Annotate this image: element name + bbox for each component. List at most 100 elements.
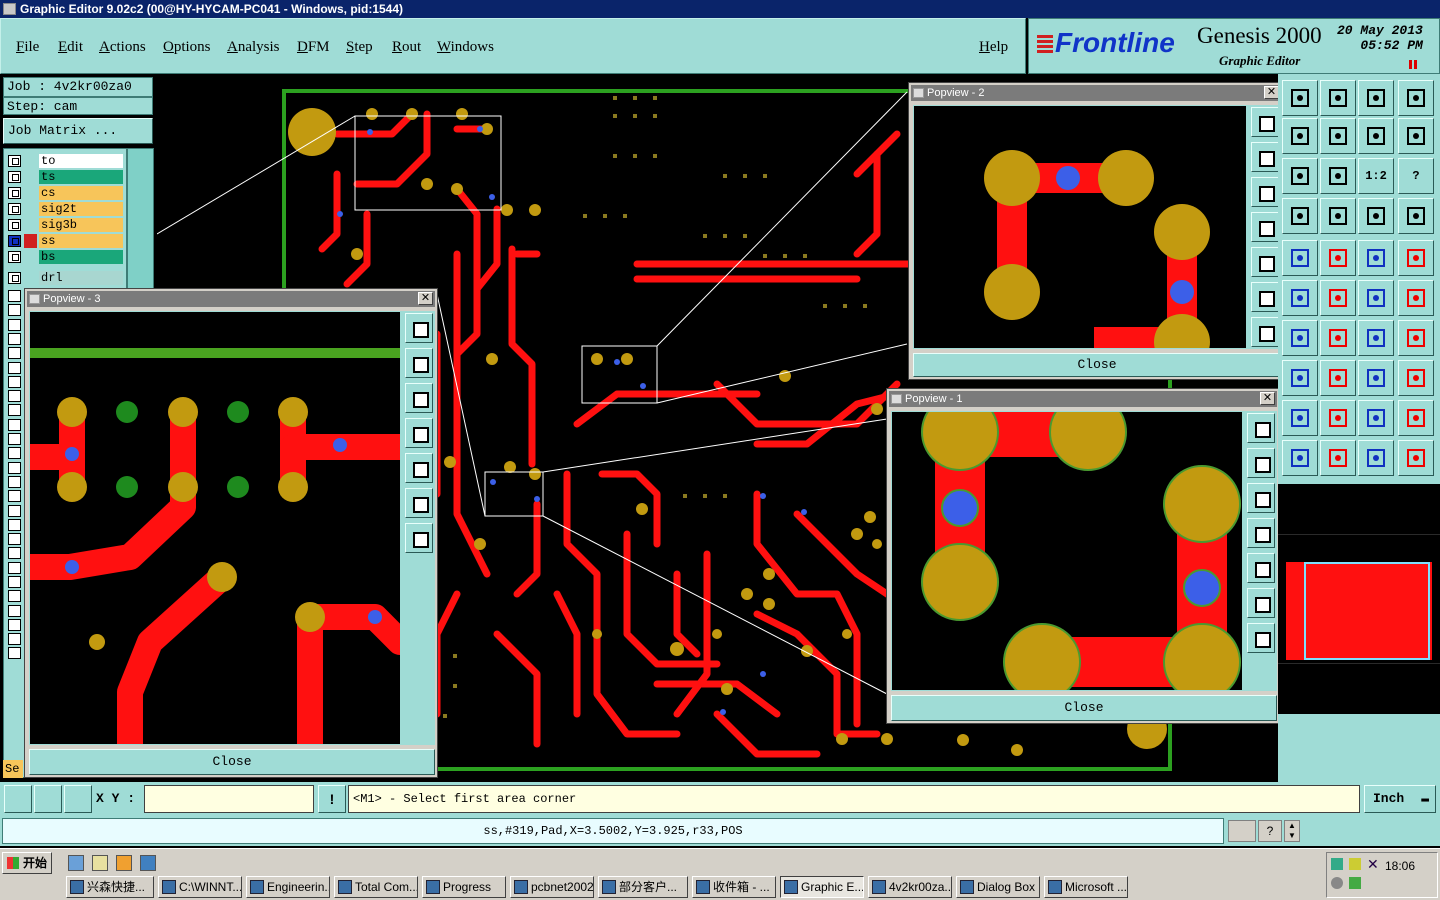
edit-tool-6-2-icon[interactable] <box>1358 320 1394 356</box>
edit-tool-7-1-icon[interactable] <box>1320 360 1356 396</box>
layer-name[interactable]: cs <box>39 186 123 200</box>
measure-icon[interactable] <box>34 785 62 813</box>
layer-checkbox[interactable] <box>8 647 21 659</box>
menu-step[interactable]: Step <box>346 39 373 56</box>
tray-security-icon[interactable] <box>1349 877 1361 889</box>
browser-icon[interactable] <box>68 855 84 871</box>
grid-icon[interactable] <box>64 785 92 813</box>
edit-tool-6-1-icon[interactable] <box>1320 320 1356 356</box>
layer-checkbox[interactable] <box>8 490 21 502</box>
zoom-ratio-icon[interactable]: 1:2 <box>1358 158 1394 194</box>
pan-left-icon[interactable] <box>405 418 433 448</box>
layer-checkbox[interactable] <box>8 203 21 215</box>
zoom-out-icon[interactable] <box>405 488 433 518</box>
alert-icon[interactable]: ! <box>318 785 346 813</box>
close-icon[interactable]: ✕ <box>1264 86 1279 99</box>
edit-tool-0-0-icon[interactable] <box>1282 80 1318 116</box>
popview-3-canvas[interactable] <box>17 311 413 757</box>
taskbar-item[interactable]: pcbnet2002 <box>510 876 594 898</box>
layer-name[interactable]: ss <box>39 234 123 248</box>
edit-tool-8-0-icon[interactable] <box>1282 400 1318 436</box>
spinner-icon[interactable]: ▲ ▼ <box>1284 820 1300 842</box>
layer-checkbox[interactable] <box>8 476 21 488</box>
edit-tool-1-3-icon[interactable] <box>1398 118 1434 154</box>
layer-checkbox[interactable] <box>8 547 21 559</box>
popview-3-close-button[interactable]: Close <box>29 749 435 775</box>
media-icon[interactable] <box>116 855 132 871</box>
layer-checkbox[interactable] <box>8 390 21 402</box>
job-matrix-button[interactable]: Job Matrix ... <box>3 118 153 144</box>
layer-checkbox[interactable] <box>8 447 21 459</box>
layer-row-to[interactable]: to <box>8 154 124 168</box>
layer-row-sig2t[interactable]: sig2t <box>8 202 124 216</box>
taskbar-item[interactable]: Progress <box>422 876 506 898</box>
zoom-out-icon[interactable] <box>1247 588 1275 618</box>
edit-tool-6-3-icon[interactable] <box>1398 320 1434 356</box>
layer-checkbox[interactable] <box>8 533 21 545</box>
layer-name[interactable]: bs <box>39 250 123 264</box>
edit-tool-4-1-icon[interactable] <box>1320 240 1356 276</box>
layer-checkbox[interactable] <box>8 433 21 445</box>
layer-checkbox[interactable] <box>8 590 21 602</box>
zoom-home-icon[interactable] <box>1247 413 1275 443</box>
layer-checkbox[interactable] <box>8 235 21 247</box>
desktop-icon[interactable] <box>140 855 156 871</box>
layer-row-cs[interactable]: cs <box>8 186 124 200</box>
pan-up-icon[interactable] <box>1251 142 1279 172</box>
layer-checkbox[interactable] <box>8 290 21 302</box>
layer-row-sig3b[interactable]: sig3b <box>8 218 124 232</box>
edit-tool-3-0-icon[interactable] <box>1282 198 1318 234</box>
layer-checkbox[interactable] <box>8 404 21 416</box>
edit-tool-2-0-icon[interactable] <box>1282 158 1318 194</box>
layer-name[interactable]: ts <box>39 170 123 184</box>
outlook-icon[interactable] <box>92 855 108 871</box>
edit-tool-9-0-icon[interactable] <box>1282 440 1318 476</box>
taskbar-item[interactable]: 部分客户... <box>598 876 688 898</box>
edit-tool-3-2-icon[interactable] <box>1358 198 1394 234</box>
edit-tool-7-2-icon[interactable] <box>1358 360 1394 396</box>
edit-tool-4-2-icon[interactable] <box>1358 240 1394 276</box>
edit-tool-1-2-icon[interactable] <box>1358 118 1394 154</box>
menu-dfm[interactable]: DFM <box>297 39 330 56</box>
popview-2-canvas[interactable] <box>913 105 1247 370</box>
edit-tool-0-3-icon[interactable] <box>1398 80 1434 116</box>
pan-left-icon[interactable] <box>1251 212 1279 242</box>
layer-checkbox[interactable] <box>8 576 21 588</box>
pan-right-icon[interactable] <box>1247 553 1275 583</box>
popview-2-close-button[interactable]: Close <box>913 353 1281 377</box>
edit-tool-3-3-icon[interactable] <box>1398 198 1434 234</box>
pan-down-icon[interactable] <box>1251 177 1279 207</box>
popview-1-close-button[interactable]: Close <box>891 695 1277 721</box>
edit-tool-1-0-icon[interactable] <box>1282 118 1318 154</box>
layer-name[interactable]: drl <box>39 271 123 285</box>
edit-tool-1-1-icon[interactable] <box>1320 118 1356 154</box>
menu-options[interactable]: Options <box>163 39 211 56</box>
layer-checkbox[interactable] <box>8 171 21 183</box>
layer-checkbox[interactable] <box>8 187 21 199</box>
layer-row-drl[interactable]: drl <box>8 271 124 285</box>
edit-tool-5-0-icon[interactable] <box>1282 280 1318 316</box>
zoom-in-icon[interactable] <box>1251 317 1279 347</box>
query-icon[interactable]: ? <box>1398 158 1434 194</box>
pause-icon[interactable] <box>1409 60 1417 69</box>
pan-up-icon[interactable] <box>405 348 433 378</box>
layer-row-ts[interactable]: ts <box>8 170 124 184</box>
zoom-out-icon[interactable] <box>1251 282 1279 312</box>
taskbar-item[interactable]: 收件箱 - ... <box>692 876 776 898</box>
start-button[interactable]: 开始 <box>2 852 52 874</box>
layer-row-ss[interactable]: ss <box>8 234 124 248</box>
edit-tool-9-2-icon[interactable] <box>1358 440 1394 476</box>
taskbar-item[interactable]: Microsoft ... <box>1044 876 1128 898</box>
edit-tool-3-1-icon[interactable] <box>1320 198 1356 234</box>
units-selector[interactable]: Inch ▬ <box>1364 785 1436 813</box>
layer-checkbox[interactable] <box>8 251 21 263</box>
pan-down-icon[interactable] <box>405 383 433 413</box>
popview-1-canvas[interactable] <box>891 393 1243 701</box>
menu-windows[interactable]: Windows <box>437 39 494 56</box>
overview-viewport[interactable] <box>1304 562 1430 660</box>
taskbar-item[interactable]: 兴森快捷... <box>66 876 154 898</box>
layer-checkbox[interactable] <box>8 505 21 517</box>
taskbar-item[interactable]: Total Com... <box>334 876 418 898</box>
layer-checkbox[interactable] <box>8 319 21 331</box>
edit-tool-5-2-icon[interactable] <box>1358 280 1394 316</box>
